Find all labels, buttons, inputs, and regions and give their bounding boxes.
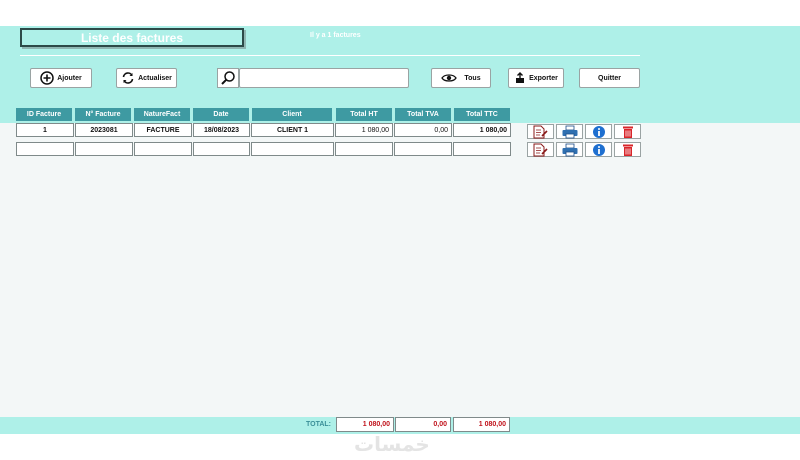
- search-input[interactable]: [239, 68, 409, 88]
- separator-line: [20, 55, 640, 56]
- search-icon: [221, 71, 235, 85]
- info-invoice-button[interactable]: [585, 124, 612, 139]
- column-header-total-ttc: Total TTC: [454, 108, 510, 121]
- column-header-client: Client: [252, 108, 332, 121]
- content-area: [0, 123, 800, 417]
- table-cell-nature[interactable]: FACTURE: [134, 123, 192, 137]
- table-cell-id[interactable]: 1: [16, 123, 74, 137]
- table-cell-date[interactable]: 18/08/2023: [193, 123, 250, 137]
- table-cell-date[interactable]: [193, 142, 250, 156]
- table-cell-client[interactable]: CLIENT 1: [251, 123, 334, 137]
- plus-circle-icon: [40, 71, 54, 85]
- quit-label: Quitter: [598, 74, 621, 82]
- info-icon: [592, 143, 605, 156]
- table-cell-number[interactable]: 2023081: [75, 123, 133, 137]
- export-label: Exporter: [529, 74, 558, 82]
- print-invoice-button[interactable]: [556, 142, 583, 157]
- refresh-label: Actualiser: [138, 74, 172, 82]
- table-cell-total-ht[interactable]: 1 080,00: [335, 123, 393, 137]
- delete-invoice-button[interactable]: [614, 124, 641, 139]
- printer-icon: [562, 143, 577, 156]
- print-invoice-button[interactable]: [556, 124, 583, 139]
- table-cell-total-ht[interactable]: [335, 142, 393, 156]
- table-cell-total-ttc[interactable]: 1 080,00: [453, 123, 511, 137]
- page-title: Liste des factures: [20, 28, 244, 47]
- printer-icon: [562, 125, 577, 138]
- refresh-icon: [122, 72, 134, 84]
- add-button[interactable]: Ajouter: [30, 68, 92, 88]
- refresh-button[interactable]: Actualiser: [116, 68, 177, 88]
- table-cell-total-ttc[interactable]: [453, 142, 511, 156]
- table-cell-number[interactable]: [75, 142, 133, 156]
- quit-button[interactable]: Quitter: [579, 68, 640, 88]
- delete-invoice-button[interactable]: [614, 142, 641, 157]
- info-invoice-button[interactable]: [585, 142, 612, 157]
- invoice-count: Il y a 1 factures: [310, 32, 361, 39]
- column-header-nature: NatureFact: [134, 108, 190, 121]
- column-header-number: N° Facture: [75, 108, 131, 121]
- edit-invoice-button[interactable]: [527, 142, 554, 157]
- edit-document-icon: [533, 125, 548, 138]
- table-cell-total-tva[interactable]: 0,00: [394, 123, 452, 137]
- export-icon: [516, 72, 525, 83]
- column-header-total-ht: Total HT: [336, 108, 392, 121]
- add-label: Ajouter: [57, 74, 82, 82]
- column-header-id: ID Facture: [16, 108, 72, 121]
- table-cell-nature[interactable]: [134, 142, 192, 156]
- total-tva-value: 0,00: [395, 417, 451, 432]
- total-label: TOTAL:: [306, 421, 332, 428]
- show-all-button[interactable]: Tous: [431, 68, 491, 88]
- export-button[interactable]: Exporter: [508, 68, 564, 88]
- total-ht-value: 1 080,00: [336, 417, 394, 432]
- column-header-date: Date: [193, 108, 249, 121]
- column-header-total-tva: Total TVA: [395, 108, 451, 121]
- search-button[interactable]: [217, 68, 239, 88]
- eye-icon: [441, 74, 458, 82]
- table-cell-total-tva[interactable]: [394, 142, 452, 156]
- show-all-label: Tous: [464, 74, 481, 82]
- table-cell-id[interactable]: [16, 142, 74, 156]
- total-ttc-value: 1 080,00: [453, 417, 510, 432]
- edit-invoice-button[interactable]: [527, 124, 554, 139]
- table-cell-client[interactable]: [251, 142, 334, 156]
- trash-icon: [622, 144, 633, 156]
- trash-icon: [622, 126, 633, 138]
- watermark-logo: خمسات: [354, 432, 430, 456]
- edit-document-icon: [533, 143, 548, 156]
- info-icon: [592, 125, 605, 138]
